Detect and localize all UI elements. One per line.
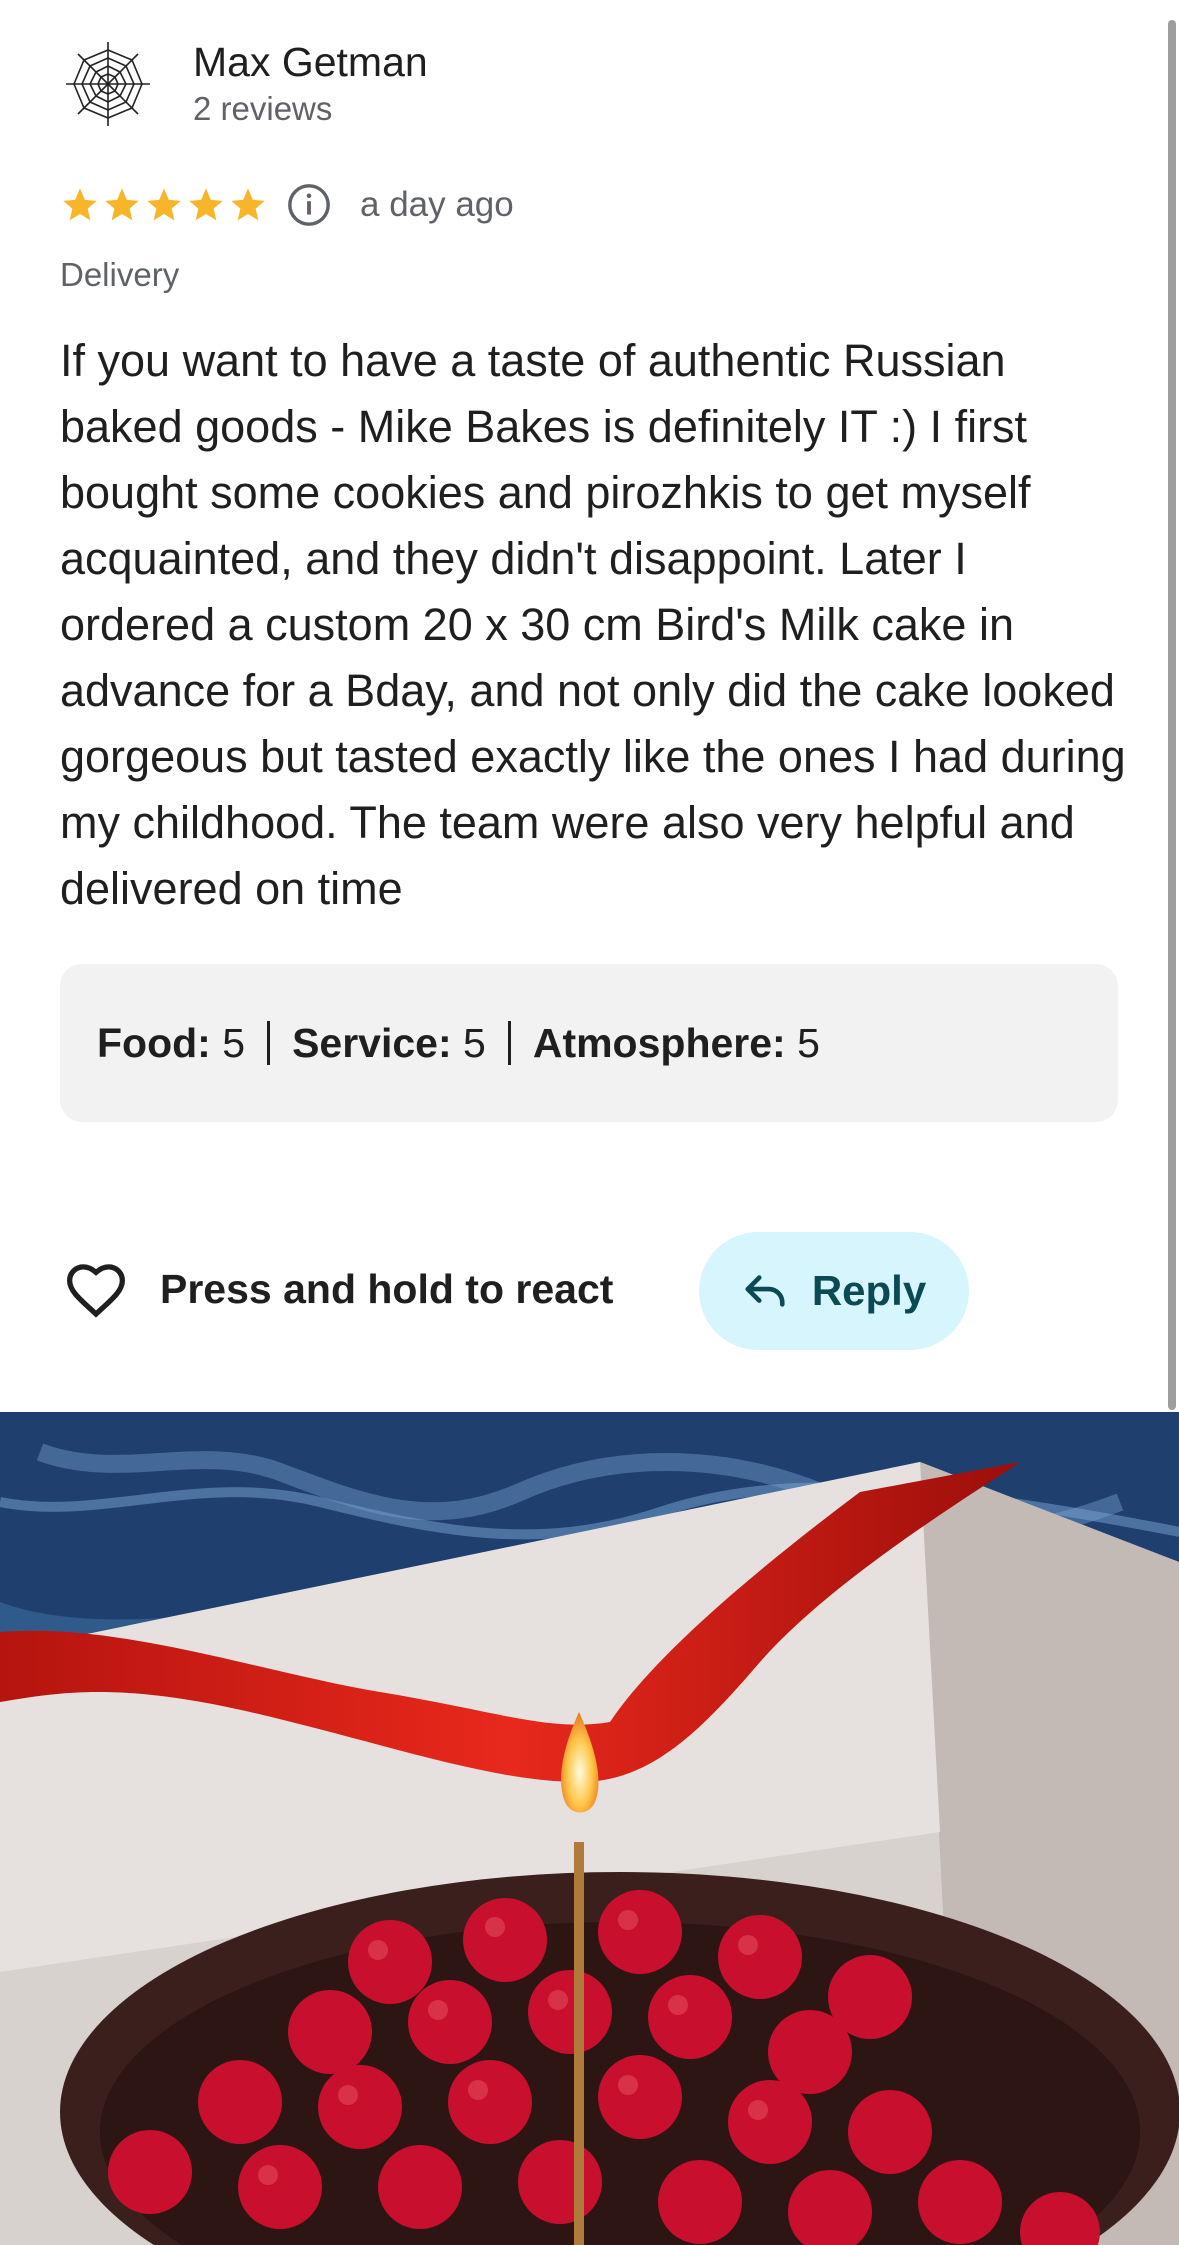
service-type: Delivery: [60, 256, 180, 293]
review-time: a day ago: [360, 185, 514, 224]
reply-button[interactable]: Reply: [699, 1232, 969, 1350]
info-icon[interactable]: [286, 182, 332, 228]
reply-label: Reply: [811, 1267, 927, 1314]
cake-photo: [0, 1412, 1179, 2245]
star-icon: [189, 188, 223, 221]
author-name[interactable]: Max Getman: [193, 38, 428, 86]
scrollbar-track[interactable]: [1167, 0, 1179, 1412]
react-label: Press and hold to react: [160, 1265, 614, 1312]
rating-row: a day ago: [60, 182, 514, 228]
star-icon: [231, 188, 265, 221]
sub-ratings-box: Food: 5 Service: 5 Atmosphere: 5: [60, 964, 1118, 1122]
sub-rating-atmosphere: Atmosphere: 5: [532, 1019, 820, 1066]
star-icon: [105, 188, 139, 221]
star-icon: [147, 188, 181, 221]
divider: [267, 1021, 271, 1065]
star-rating: [60, 185, 268, 225]
reply-arrow-icon: [745, 1275, 785, 1307]
review-actions: Press and hold to react Reply: [60, 1232, 1120, 1350]
avatar[interactable]: [60, 36, 156, 132]
react-button[interactable]: Press and hold to react: [64, 1260, 613, 1318]
review-text: If you want to have a taste of authentic…: [60, 335, 1126, 914]
sub-rating-service: Service: 5: [292, 1019, 486, 1066]
heart-outline-icon: [66, 1264, 126, 1318]
spider-web-icon: [66, 42, 150, 126]
review-header: Max Getman 2 reviews: [60, 36, 428, 132]
author-review-count: 2 reviews: [193, 90, 333, 127]
divider: [507, 1021, 511, 1065]
review-photo[interactable]: [0, 1412, 1179, 2245]
sub-rating-food: Food: 5: [97, 1019, 246, 1066]
star-icon: [63, 188, 97, 221]
scrollbar-thumb[interactable]: [1168, 20, 1176, 1410]
